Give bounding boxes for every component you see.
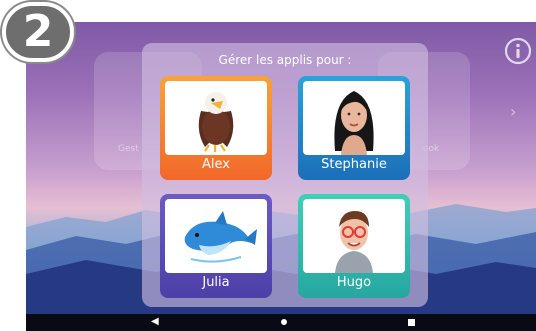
- chevron-right-icon: ›: [510, 102, 517, 121]
- profile-name: Hugo: [336, 275, 372, 290]
- recents-square-icon[interactable]: [408, 319, 415, 326]
- profile-picture: [303, 81, 405, 155]
- profile-picture: [303, 199, 405, 273]
- back-triangle-icon[interactable]: ◀: [151, 317, 159, 327]
- profile-picture: [165, 199, 267, 273]
- eagle-avatar-icon: [198, 92, 234, 152]
- man-glasses-avatar-icon: [335, 211, 373, 273]
- profile-picker-dialog: Gérer les applis pour : Alex Stephanie J…: [142, 43, 428, 307]
- profile-card-stephanie[interactable]: Stephanie: [298, 76, 410, 180]
- info-icon[interactable]: [504, 37, 532, 65]
- profile-card-julia[interactable]: Julia: [160, 194, 272, 298]
- profile-picture: [165, 81, 267, 155]
- android-navigation-bar: ◀: [26, 314, 536, 331]
- profile-name: Alex: [202, 157, 230, 172]
- tablet-screen: Gest ook › Gérer les applis pour : Alex: [26, 22, 536, 331]
- profile-name: Stephanie: [321, 157, 387, 172]
- step-badge: 2: [2, 2, 80, 64]
- profile-card-alex[interactable]: Alex: [160, 76, 272, 180]
- profile-card-hugo[interactable]: Hugo: [298, 194, 410, 298]
- step-number: 2: [22, 6, 54, 57]
- home-dot-icon[interactable]: [281, 319, 287, 325]
- profile-name: Julia: [202, 275, 230, 290]
- dolphin-avatar-icon: [184, 211, 257, 263]
- dialog-title: Gérer les applis pour :: [218, 53, 352, 67]
- woman-avatar-icon: [334, 91, 374, 155]
- background-tile-label: Gest: [118, 144, 139, 154]
